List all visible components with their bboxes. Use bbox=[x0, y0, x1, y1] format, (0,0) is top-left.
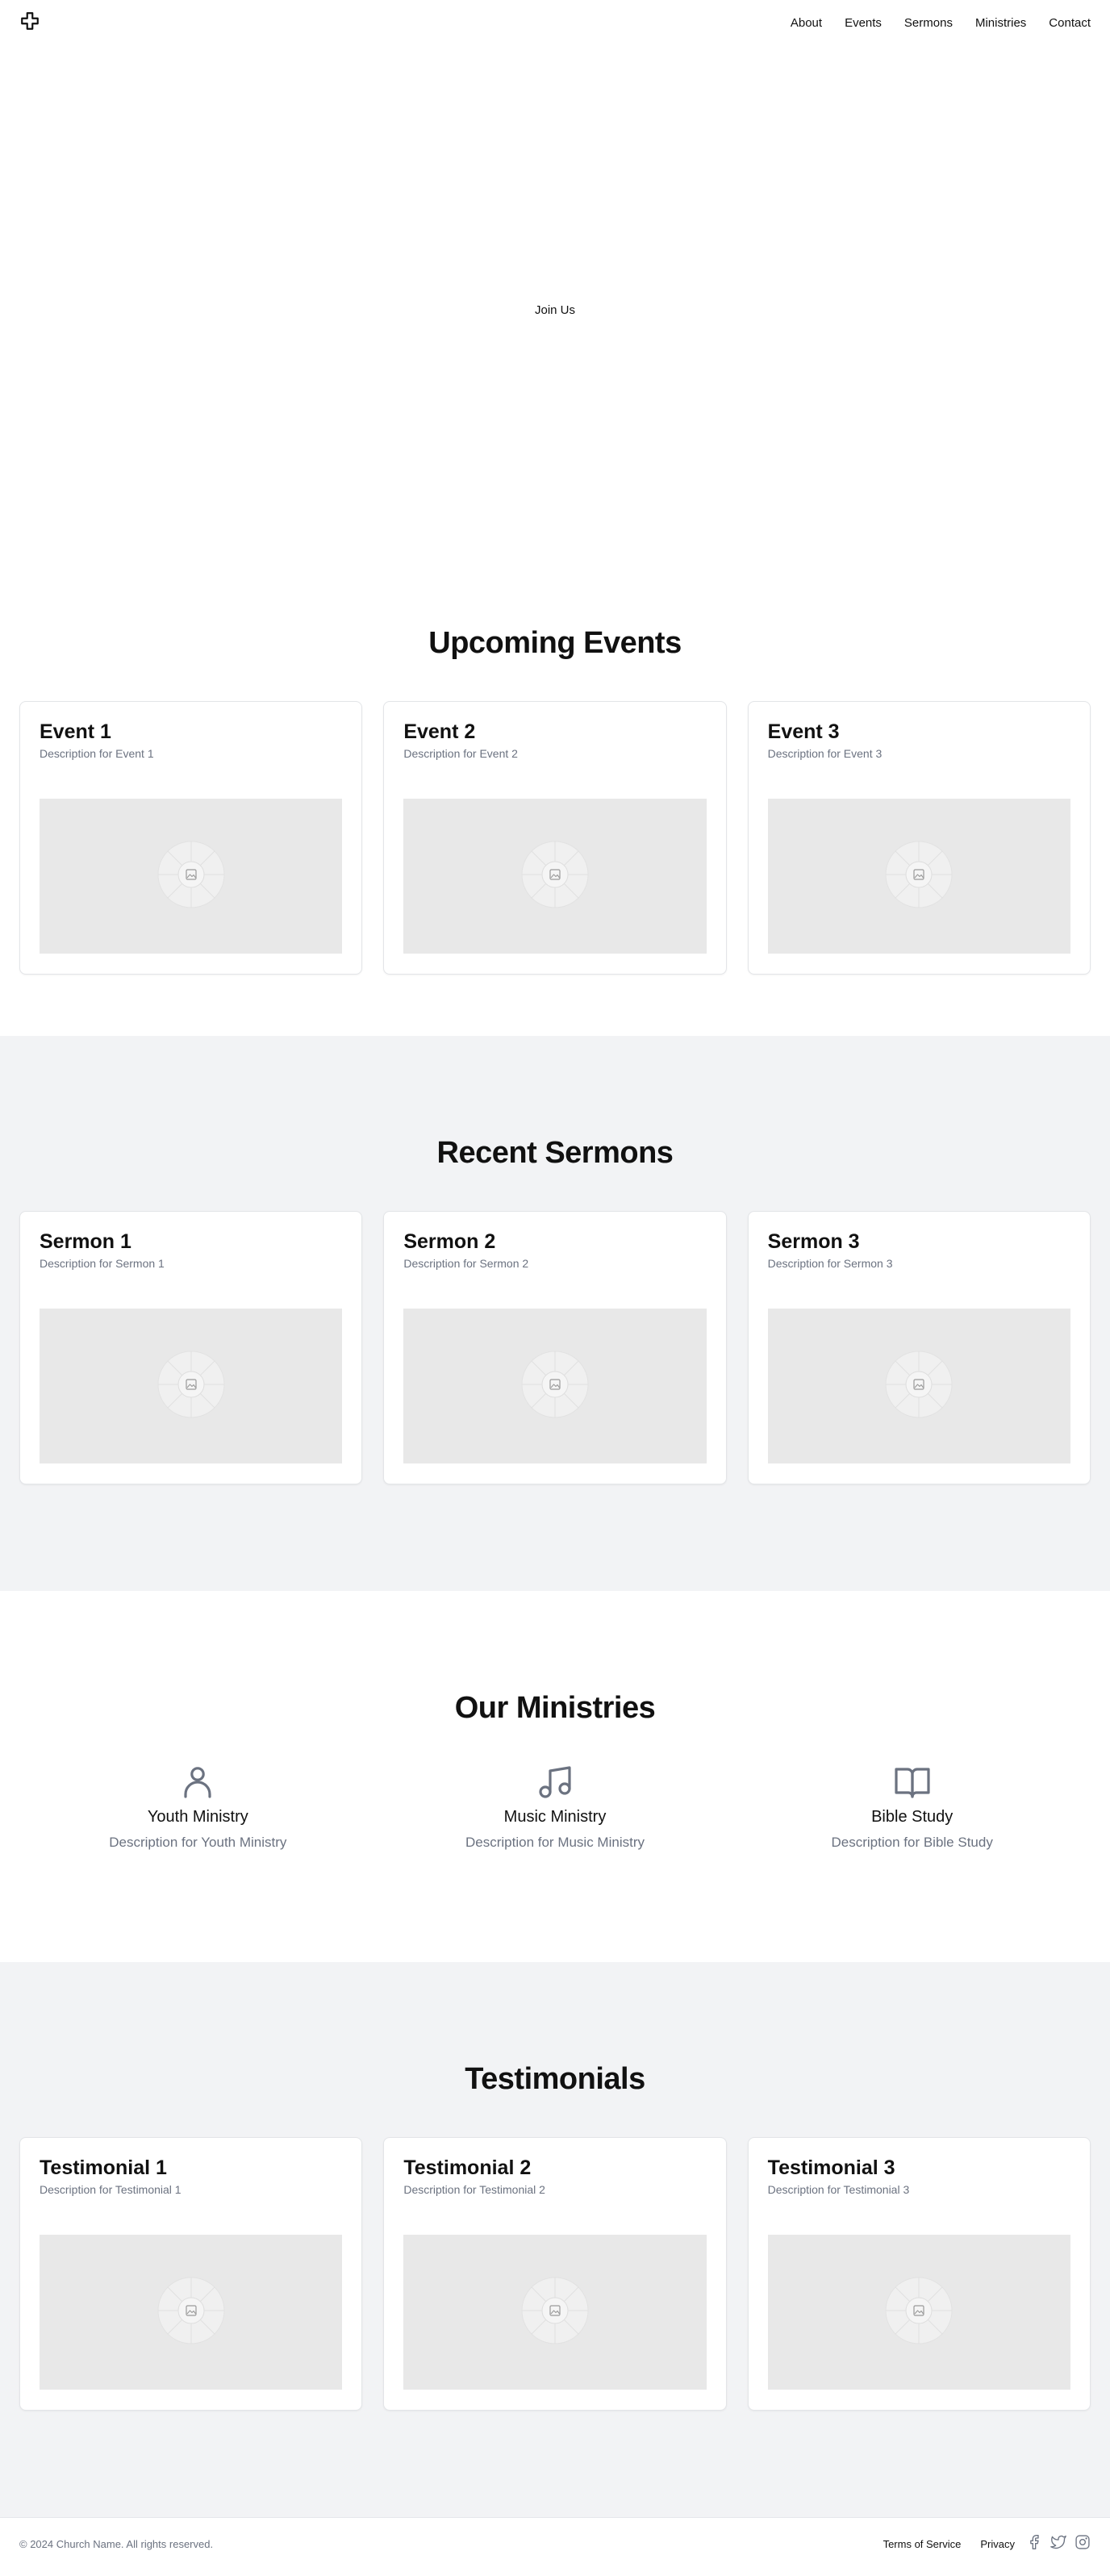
event-card[interactable]: Event 1 Description for Event 1 bbox=[19, 701, 363, 975]
ministry-description: Description for Music Ministry bbox=[465, 1835, 645, 1850]
testimonials-cards: Testimonial 1 Description for Testimonia… bbox=[19, 2137, 1091, 2411]
ministry-description: Description for Youth Ministry bbox=[109, 1835, 287, 1850]
card-title: Sermon 1 bbox=[40, 1230, 131, 1253]
card-title: Event 3 bbox=[767, 720, 840, 743]
image-placeholder-icon bbox=[157, 2277, 225, 2348]
card-title: Sermon 3 bbox=[767, 1230, 860, 1253]
card-title: Event 2 bbox=[403, 720, 476, 743]
card-description: Description for Sermon 2 bbox=[403, 1257, 529, 1270]
ministry-item[interactable]: Bible Study Description for Bible Study bbox=[733, 1763, 1091, 1851]
card-description: Description for Event 3 bbox=[767, 747, 883, 760]
person-icon bbox=[184, 1767, 211, 1798]
card-image bbox=[767, 2235, 1070, 2390]
image-placeholder-icon bbox=[521, 2277, 589, 2348]
card-title: Sermon 2 bbox=[403, 1230, 496, 1253]
footer-links: Terms of Service Privacy bbox=[864, 2534, 1091, 2554]
ministries-list: Youth Ministry Description for Youth Min… bbox=[19, 1763, 1091, 1851]
testimonials-section: Testimonials Testimonial 1 Description f… bbox=[0, 1962, 1110, 2517]
card-image bbox=[40, 2235, 343, 2390]
nav-sermons[interactable]: Sermons bbox=[904, 16, 953, 30]
card-image bbox=[767, 1309, 1070, 1463]
ministry-item[interactable]: Youth Ministry Description for Youth Min… bbox=[19, 1763, 377, 1851]
nav-ministries[interactable]: Ministries bbox=[975, 16, 1026, 30]
card-title: Testimonial 2 bbox=[403, 2156, 532, 2179]
privacy-link[interactable]: Privacy bbox=[980, 2538, 1015, 2550]
twitter-link[interactable] bbox=[1050, 2534, 1066, 2554]
sermon-card[interactable]: Sermon 1 Description for Sermon 1 bbox=[19, 1211, 363, 1484]
card-title: Testimonial 1 bbox=[40, 2156, 167, 2179]
sermon-card[interactable]: Sermon 2 Description for Sermon 2 bbox=[383, 1211, 727, 1484]
ministry-title: Youth Ministry bbox=[147, 1808, 248, 1826]
card-image bbox=[403, 2235, 707, 2390]
card-description: Description for Sermon 1 bbox=[40, 1257, 165, 1270]
card-image bbox=[403, 799, 707, 954]
facebook-link[interactable] bbox=[1026, 2534, 1042, 2554]
instagram-icon bbox=[1075, 2534, 1090, 2549]
site-footer: © 2024 Church Name. All rights reserved.… bbox=[0, 2517, 1110, 2570]
card-description: Description for Testimonial 2 bbox=[403, 2183, 545, 2196]
testimonial-card[interactable]: Testimonial 1 Description for Testimonia… bbox=[19, 2137, 363, 2411]
card-description: Description for Sermon 3 bbox=[767, 1257, 893, 1270]
card-image bbox=[403, 1309, 707, 1463]
main-nav: About Events Sermons Ministries Contact bbox=[791, 16, 1091, 30]
nav-events[interactable]: Events bbox=[845, 16, 882, 30]
image-placeholder-icon bbox=[157, 841, 225, 912]
testimonials-title: Testimonials bbox=[465, 2062, 645, 2096]
ministries-title: Our Ministries bbox=[454, 1691, 656, 1725]
card-description: Description for Testimonial 1 bbox=[40, 2183, 182, 2196]
site-header: About Events Sermons Ministries Contact bbox=[0, 0, 1110, 45]
event-card[interactable]: Event 2 Description for Event 2 bbox=[383, 701, 727, 975]
events-title: Upcoming Events bbox=[428, 626, 682, 660]
image-placeholder-icon bbox=[885, 1351, 953, 1422]
copyright-text: © 2024 Church Name. All rights reserved. bbox=[19, 2537, 214, 2550]
card-title: Event 1 bbox=[40, 720, 111, 743]
event-card[interactable]: Event 3 Description for Event 3 bbox=[747, 701, 1091, 975]
instagram-link[interactable] bbox=[1075, 2534, 1091, 2554]
twitter-icon bbox=[1050, 2535, 1066, 2549]
ministries-section: Our Ministries Youth Ministry Descriptio… bbox=[0, 1591, 1110, 1962]
image-placeholder-icon bbox=[157, 1351, 225, 1422]
image-placeholder-icon bbox=[885, 841, 953, 912]
ministry-description: Description for Bible Study bbox=[831, 1835, 993, 1850]
card-title: Testimonial 3 bbox=[767, 2156, 895, 2179]
logo-link[interactable] bbox=[19, 10, 40, 35]
card-description: Description for Event 1 bbox=[40, 747, 154, 760]
ministry-item[interactable]: Music Ministry Description for Music Min… bbox=[377, 1763, 734, 1851]
sermons-title: Recent Sermons bbox=[436, 1136, 674, 1170]
card-image bbox=[40, 799, 343, 954]
image-placeholder-icon bbox=[521, 841, 589, 912]
nav-about[interactable]: About bbox=[791, 16, 822, 30]
image-placeholder-icon bbox=[885, 2277, 953, 2348]
testimonial-card[interactable]: Testimonial 2 Description for Testimonia… bbox=[383, 2137, 727, 2411]
sermon-card[interactable]: Sermon 3 Description for Sermon 3 bbox=[747, 1211, 1091, 1484]
facebook-icon bbox=[1030, 2534, 1039, 2549]
image-placeholder-icon bbox=[521, 1351, 589, 1422]
sermons-cards: Sermon 1 Description for Sermon 1 Sermon… bbox=[19, 1211, 1091, 1484]
testimonial-card[interactable]: Testimonial 3 Description for Testimonia… bbox=[747, 2137, 1091, 2411]
open-book-icon bbox=[895, 1768, 930, 1798]
ministry-title: Bible Study bbox=[871, 1808, 954, 1826]
terms-link[interactable]: Terms of Service bbox=[883, 2538, 962, 2550]
card-image bbox=[40, 1309, 343, 1463]
sermons-section: Recent Sermons Sermon 1 Description for … bbox=[0, 1036, 1110, 1591]
card-description: Description for Testimonial 3 bbox=[767, 2183, 910, 2196]
cross-icon bbox=[21, 11, 39, 30]
card-description: Description for Event 2 bbox=[403, 747, 518, 760]
music-note-icon bbox=[539, 1766, 571, 1798]
events-section: Upcoming Events Event 1 Description for … bbox=[0, 574, 1110, 1036]
events-cards: Event 1 Description for Event 1 Event 2 … bbox=[19, 701, 1091, 975]
join-us-button[interactable]: Join Us bbox=[535, 303, 575, 317]
hero-section: Join Us bbox=[0, 45, 1110, 574]
card-image bbox=[767, 799, 1070, 954]
social-links bbox=[1026, 2534, 1091, 2554]
ministry-title: Music Ministry bbox=[503, 1808, 607, 1826]
nav-contact[interactable]: Contact bbox=[1049, 16, 1091, 30]
